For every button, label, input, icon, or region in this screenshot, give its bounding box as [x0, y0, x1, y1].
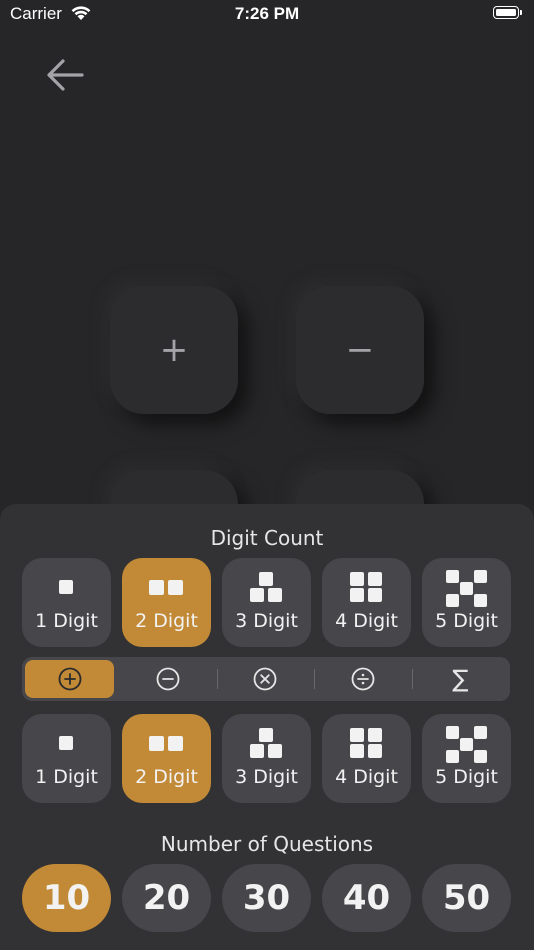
digit-label: 4 Digit [335, 766, 398, 788]
circle-minus-icon [156, 667, 179, 691]
segment-sum[interactable]: ∑ [416, 660, 505, 698]
settings-sheet: Digit Count 1 Digit 2 Digit 3 Digit 4 Di… [0, 504, 534, 950]
question-count-30[interactable]: 30 [222, 864, 311, 932]
segment-subtract[interactable] [123, 660, 212, 698]
question-count-row: 10 20 30 40 50 [22, 864, 512, 932]
subtraction-tile[interactable]: − [296, 286, 424, 414]
five-squares-icon [422, 726, 511, 763]
operation-segmented-control: ∑ [22, 657, 510, 701]
digit-label: 5 Digit [435, 610, 498, 632]
digit-chip-2[interactable]: 2 Digit [122, 714, 211, 803]
four-squares-icon [322, 572, 411, 602]
two-squares-icon [122, 728, 211, 758]
questions-title: Number of Questions [160, 832, 374, 856]
circle-plus-icon [58, 667, 81, 691]
three-squares-icon [222, 572, 311, 602]
digit-chip-4[interactable]: 4 Digit [322, 558, 411, 647]
digit-chip-2[interactable]: 2 Digit [122, 558, 211, 647]
digit-label: 1 Digit [35, 766, 98, 788]
five-squares-icon [422, 570, 511, 607]
digit-row-top: 1 Digit 2 Digit 3 Digit 4 Digit 5 Digit [22, 558, 512, 647]
digit-label: 3 Digit [235, 766, 298, 788]
question-count-50[interactable]: 50 [422, 864, 511, 932]
one-square-icon [22, 572, 111, 602]
two-squares-icon [122, 572, 211, 602]
segment-divide[interactable] [318, 660, 407, 698]
digit-chip-1[interactable]: 1 Digit [22, 558, 111, 647]
sum-icon: ∑ [452, 665, 469, 693]
digit-chip-3[interactable]: 3 Digit [222, 714, 311, 803]
digit-label: 5 Digit [435, 766, 498, 788]
digit-label: 4 Digit [335, 610, 398, 632]
digit-count-title: Digit Count [210, 526, 324, 550]
question-count-10[interactable]: 10 [22, 864, 111, 932]
digit-chip-5[interactable]: 5 Digit [422, 558, 511, 647]
back-button[interactable] [44, 56, 88, 94]
digit-label: 2 Digit [135, 610, 198, 632]
digit-label: 3 Digit [235, 610, 298, 632]
battery-icon [493, 6, 522, 19]
digit-chip-1[interactable]: 1 Digit [22, 714, 111, 803]
addition-tile[interactable]: + [110, 286, 238, 414]
digit-label: 1 Digit [35, 610, 98, 632]
plus-icon: + [159, 330, 189, 370]
four-squares-icon [322, 728, 411, 758]
digit-chip-3[interactable]: 3 Digit [222, 558, 311, 647]
digit-chip-4[interactable]: 4 Digit [322, 714, 411, 803]
clock: 7:26 PM [234, 4, 300, 23]
circle-divide-icon [351, 667, 374, 691]
minus-icon: − [345, 330, 375, 370]
status-bar: Carrier 7:26 PM [0, 0, 534, 30]
circle-multiply-icon [253, 667, 276, 691]
one-square-icon [22, 728, 111, 758]
three-squares-icon [222, 728, 311, 758]
segment-multiply[interactable] [220, 660, 309, 698]
digit-row-bottom: 1 Digit 2 Digit 3 Digit 4 Digit 5 Digit [22, 714, 512, 803]
question-count-20[interactable]: 20 [122, 864, 211, 932]
digit-chip-5[interactable]: 5 Digit [422, 714, 511, 803]
back-arrow-icon [47, 59, 84, 91]
segment-add[interactable] [25, 660, 114, 698]
digit-label: 2 Digit [135, 766, 198, 788]
question-count-40[interactable]: 40 [322, 864, 411, 932]
